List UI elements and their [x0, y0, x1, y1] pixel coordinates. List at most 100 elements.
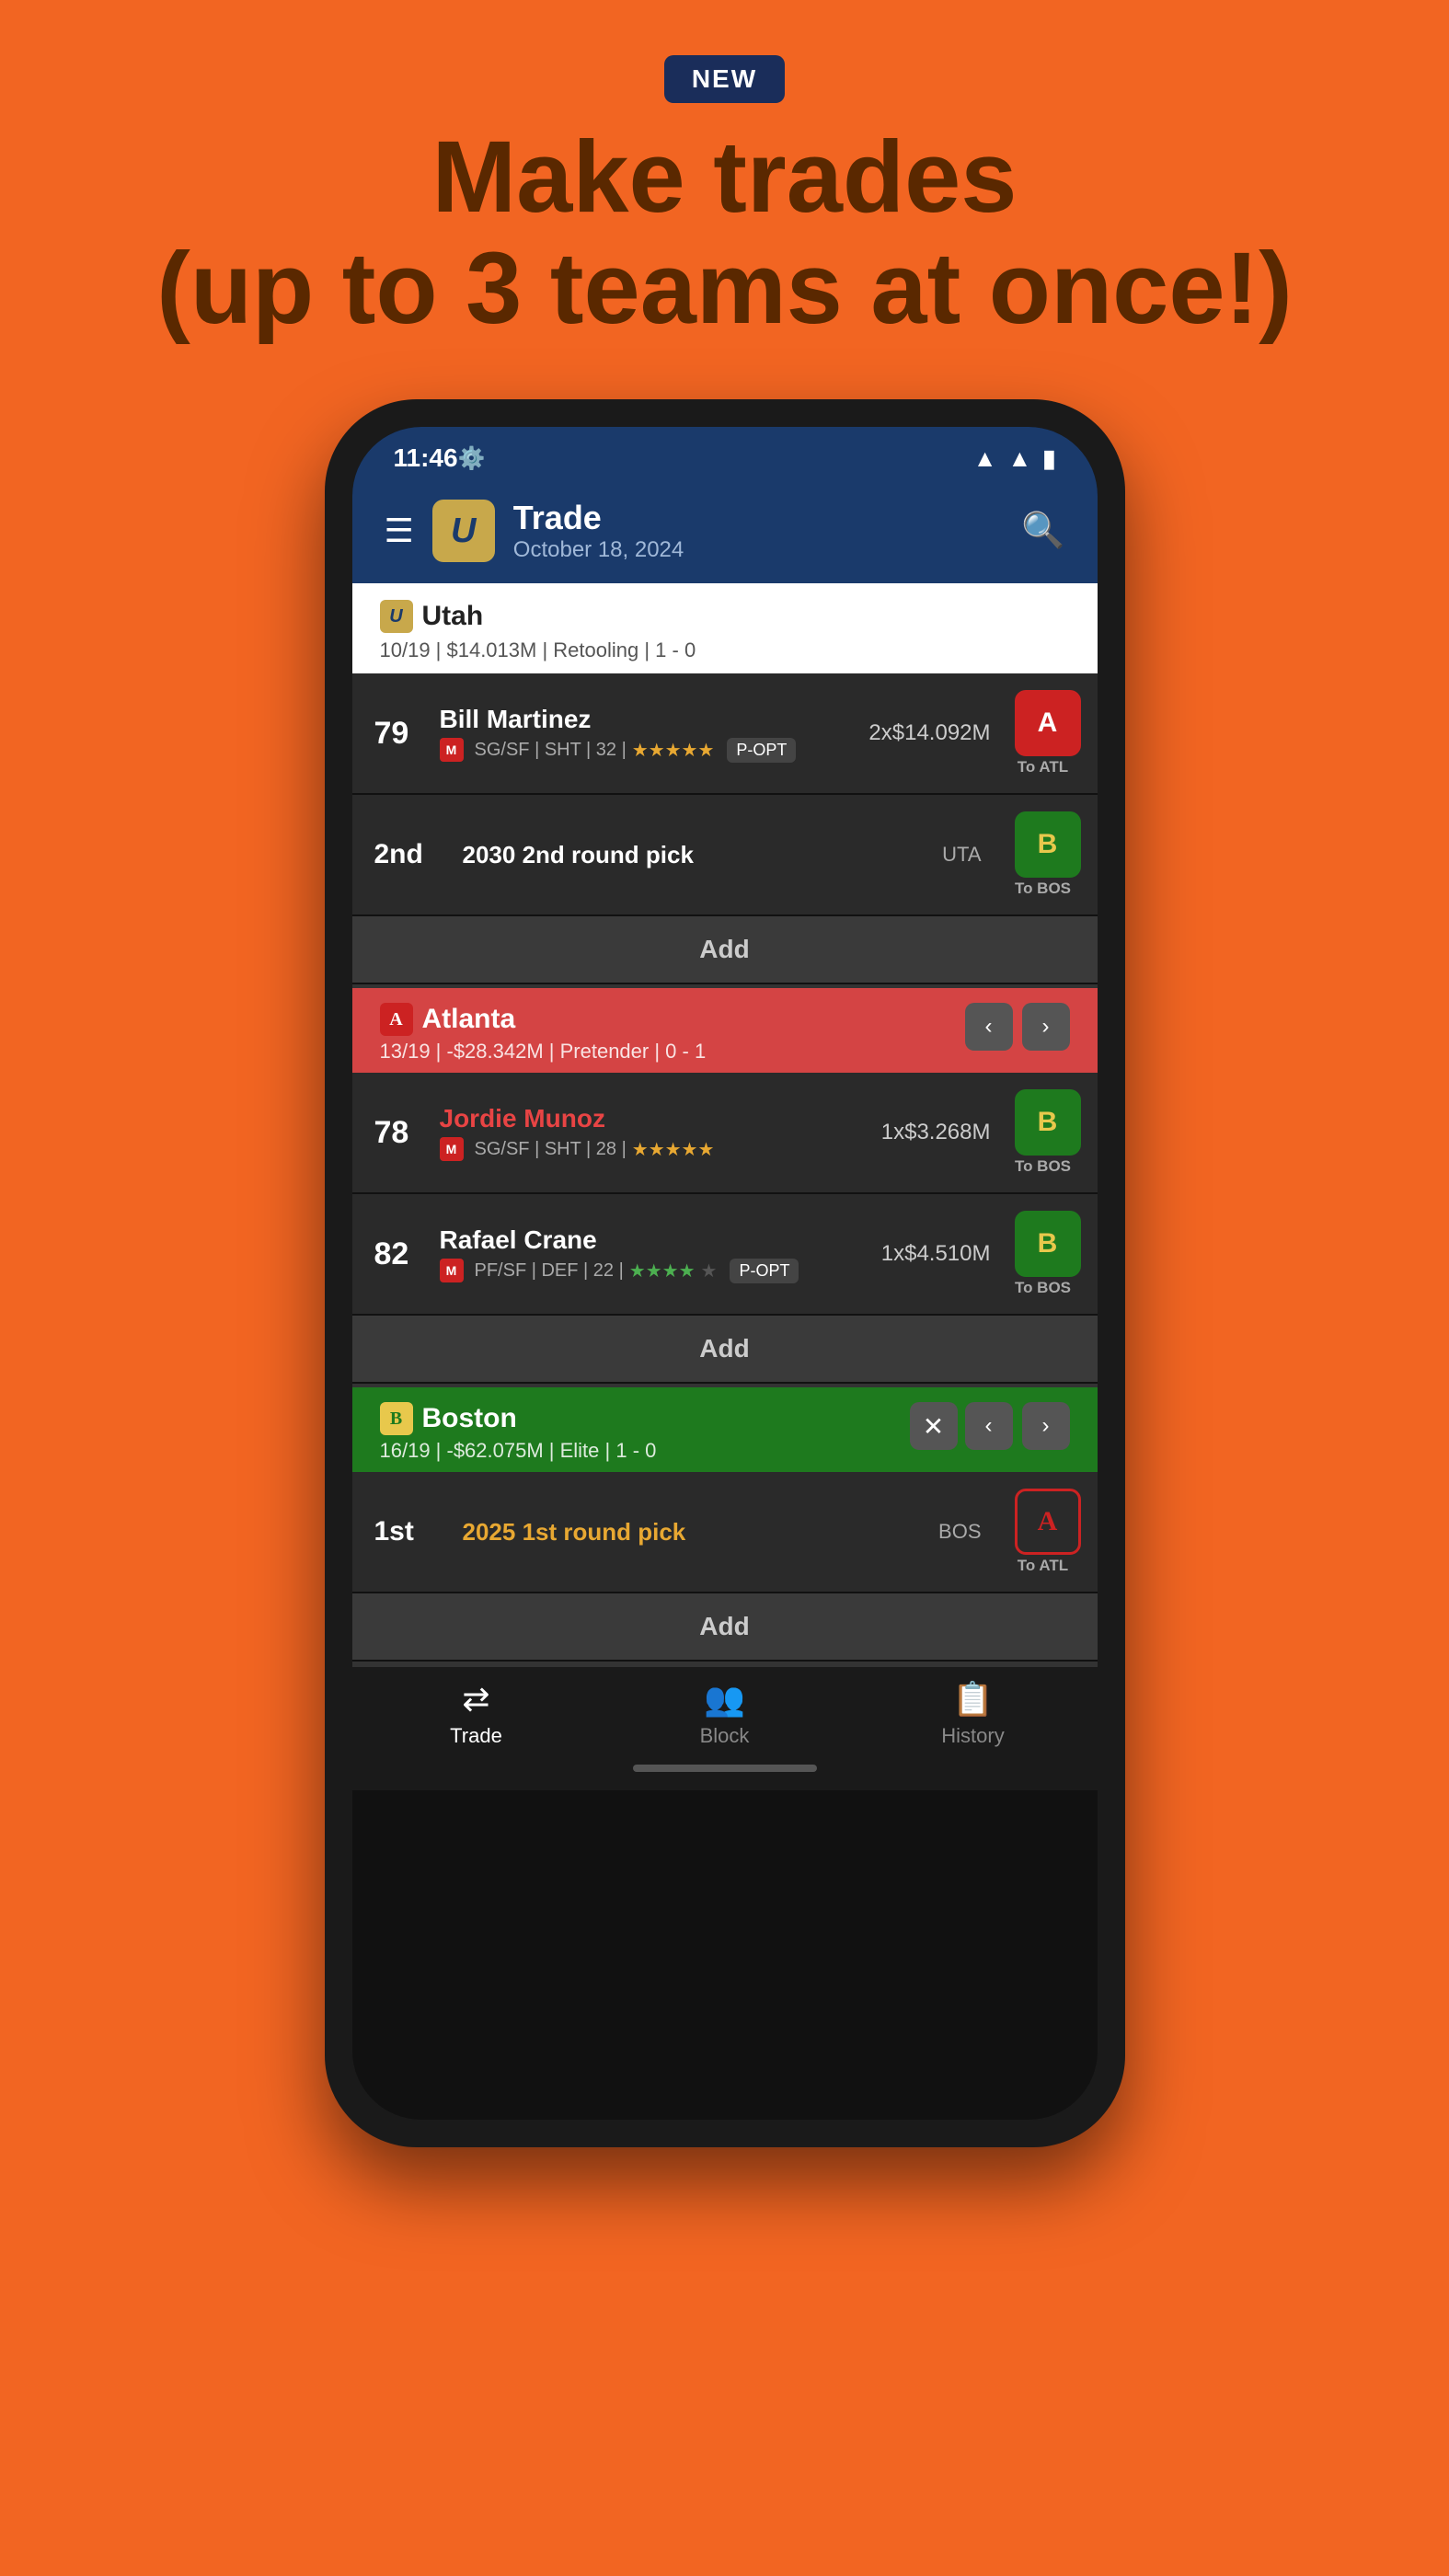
contract-jordie: 1x$3.268M	[881, 1120, 991, 1145]
trade-label: Trade	[450, 1724, 502, 1748]
screen-content: U Utah 10/19 | $14.013M | Retooling | 1 …	[352, 583, 1098, 2120]
boston-nav-arrows: ‹ ›	[965, 1402, 1070, 1450]
atlanta-player-card-1: 82 Rafael Crane M PF/SF | DEF | 22 | ★★★…	[352, 1194, 1098, 1316]
home-bar	[633, 1765, 817, 1772]
player-detail-rafael: M PF/SF | DEF | 22 | ★★★★★ P-OPT	[440, 1259, 867, 1283]
player-number-79: 79	[374, 716, 425, 752]
player-detail-jordie: M SG/SF | SHT | 28 | ★★★★★	[440, 1137, 867, 1161]
utah-stats: 10/19 | $14.013M | Retooling | 1 - 0	[380, 638, 1070, 662]
wifi-icon: ▲	[973, 444, 997, 473]
battery-icon: ▮	[1042, 444, 1055, 473]
bottom-nav: ⇄ Trade 👥 Block 📋 History	[352, 1665, 1098, 1755]
header-title-block: Trade October 18, 2024	[513, 499, 1003, 563]
atlanta-prev-button[interactable]: ‹	[965, 1003, 1013, 1051]
boston-team-header: B Boston 16/19 | -$62.075M | Elite | 1 -…	[352, 1387, 1098, 1472]
boston-next-button[interactable]: ›	[1022, 1402, 1070, 1450]
p-opt-badge-rafael: P-OPT	[730, 1259, 799, 1283]
player-name-jordie: Jordie Munoz	[440, 1104, 867, 1133]
atlanta-header-content: A Atlanta 13/19 | -$28.342M | Pretender …	[380, 1003, 965, 1064]
player-number-82: 82	[374, 1236, 425, 1272]
utah-pick-card-0: 2nd 2030 2nd round pick UTA B To BOS	[352, 795, 1098, 916]
dest-label-bill: To ATL	[1018, 758, 1068, 776]
app-header: ☰ U Trade October 18, 2024 🔍	[352, 484, 1098, 583]
boston-name: Boston	[422, 1403, 517, 1434]
dest-rafael: B To BOS	[1006, 1211, 1081, 1297]
page-header: NEW Make trades (up to 3 teams at once!)	[156, 0, 1293, 344]
boston-header-content: B Boston 16/19 | -$62.075M | Elite | 1 -…	[380, 1402, 910, 1463]
utah-logo: U	[380, 600, 413, 633]
player-name-rafael: Rafael Crane	[440, 1225, 867, 1255]
dest-pick-bos: A To ATL	[1006, 1489, 1081, 1575]
atlanta-name: Atlanta	[422, 1004, 516, 1035]
dest-label-rafael: To BOS	[1015, 1279, 1071, 1297]
player-info-rafael: Rafael Crane M PF/SF | DEF | 22 | ★★★★★ …	[440, 1225, 867, 1283]
utah-name-row: U Utah	[380, 600, 1070, 633]
utah-player-card-0: 79 Bill Martinez M SG/SF | SHT | 32 | ★★…	[352, 673, 1098, 795]
dest-pick-uta: B To BOS	[1006, 811, 1081, 898]
m-logo-jordie: M	[440, 1137, 464, 1161]
dest-bill: A To ATL	[1006, 690, 1081, 776]
pick-info-2025: 2025 1st round pick	[463, 1518, 925, 1547]
boston-pick-card-0: 1st 2025 1st round pick BOS A To ATL	[352, 1472, 1098, 1593]
status-icons: ▲ ▲ ▮	[973, 444, 1056, 473]
pick-round-1st: 1st	[374, 1516, 448, 1547]
nav-item-history[interactable]: 📋 History	[849, 1680, 1098, 1748]
utah-section: U Utah 10/19 | $14.013M | Retooling | 1 …	[352, 583, 1098, 988]
pick-info-2030: 2030 2nd round pick	[463, 841, 928, 869]
atlanta-player-card-0: 78 Jordie Munoz M SG/SF | SHT | 28 | ★★★…	[352, 1073, 1098, 1194]
boston-prev-button[interactable]: ‹	[965, 1402, 1013, 1450]
dest-label-bos-pick: To ATL	[1018, 1557, 1068, 1575]
dest-badge-bos-pick: B	[1015, 811, 1081, 878]
boston-add-button[interactable]: Add	[352, 1593, 1098, 1662]
stars-jordie: ★★★★★	[632, 1138, 715, 1161]
utah-add-button[interactable]: Add	[352, 916, 1098, 984]
history-label: History	[941, 1724, 1004, 1748]
atlanta-section: A Atlanta 13/19 | -$28.342M | Pretender …	[352, 988, 1098, 1387]
status-time: 11:46	[394, 443, 458, 473]
contract-bill: 2x$14.092M	[868, 720, 990, 746]
dest-badge-bos-rafael: B	[1015, 1211, 1081, 1277]
player-name-bill: Bill Martinez	[440, 705, 855, 734]
dest-label-pick-bos: To BOS	[1015, 880, 1071, 898]
boston-close-button[interactable]: ✕	[910, 1402, 958, 1450]
headline: Make trades (up to 3 teams at once!)	[156, 121, 1293, 344]
boston-name-row: B Boston	[380, 1402, 910, 1435]
block-icon: 👥	[704, 1680, 745, 1719]
search-icon[interactable]: 🔍	[1021, 511, 1064, 551]
header-title: Trade	[513, 499, 1003, 537]
dest-badge-bos-jordie: B	[1015, 1089, 1081, 1156]
home-indicator	[352, 1755, 1098, 1790]
atlanta-team-header: A Atlanta 13/19 | -$28.342M | Pretender …	[352, 988, 1098, 1073]
phone-screen: 11:46 ⚙️ ▲ ▲ ▮ ☰ U Trade October 18, 202…	[352, 427, 1098, 2120]
nav-item-trade[interactable]: ⇄ Trade	[352, 1680, 601, 1748]
signal-icon: ▲	[1007, 444, 1031, 473]
header-date: October 18, 2024	[513, 537, 1003, 563]
history-icon: 📋	[952, 1680, 994, 1719]
utah-team-header: U Utah 10/19 | $14.013M | Retooling | 1 …	[352, 583, 1098, 673]
pick-round-2nd: 2nd	[374, 839, 448, 870]
dest-jordie: B To BOS	[1006, 1089, 1081, 1176]
atlanta-next-button[interactable]: ›	[1022, 1003, 1070, 1051]
utah-name: Utah	[422, 601, 484, 632]
atlanta-nav-arrows: ‹ ›	[965, 1003, 1070, 1051]
dest-badge-atl-bos-pick: A	[1015, 1489, 1081, 1555]
nav-item-block[interactable]: 👥 Block	[601, 1680, 849, 1748]
player-info-jordie: Jordie Munoz M SG/SF | SHT | 28 | ★★★★★	[440, 1104, 867, 1161]
atlanta-add-button[interactable]: Add	[352, 1316, 1098, 1384]
p-opt-badge-bill: P-OPT	[727, 738, 796, 763]
m-logo: M	[440, 738, 464, 762]
boston-logo: B	[380, 1402, 413, 1435]
hamburger-icon[interactable]: ☰	[385, 512, 414, 550]
block-label: Block	[700, 1724, 750, 1748]
atlanta-name-row: A Atlanta	[380, 1003, 965, 1036]
m-logo-rafael: M	[440, 1259, 464, 1282]
dest-label-jordie: To BOS	[1015, 1157, 1071, 1176]
stars-rafael: ★★★★	[629, 1259, 696, 1282]
trade-icon: ⇄	[462, 1680, 489, 1719]
player-detail-bill: M SG/SF | SHT | 32 | ★★★★★ P-OPT	[440, 738, 855, 763]
player-info-bill: Bill Martinez M SG/SF | SHT | 32 | ★★★★★…	[440, 705, 855, 763]
atlanta-logo: A	[380, 1003, 413, 1036]
status-bar: 11:46 ⚙️ ▲ ▲ ▮	[352, 427, 1098, 484]
stars-bill: ★★★★★	[632, 739, 715, 762]
app-team-logo: U	[432, 500, 495, 562]
